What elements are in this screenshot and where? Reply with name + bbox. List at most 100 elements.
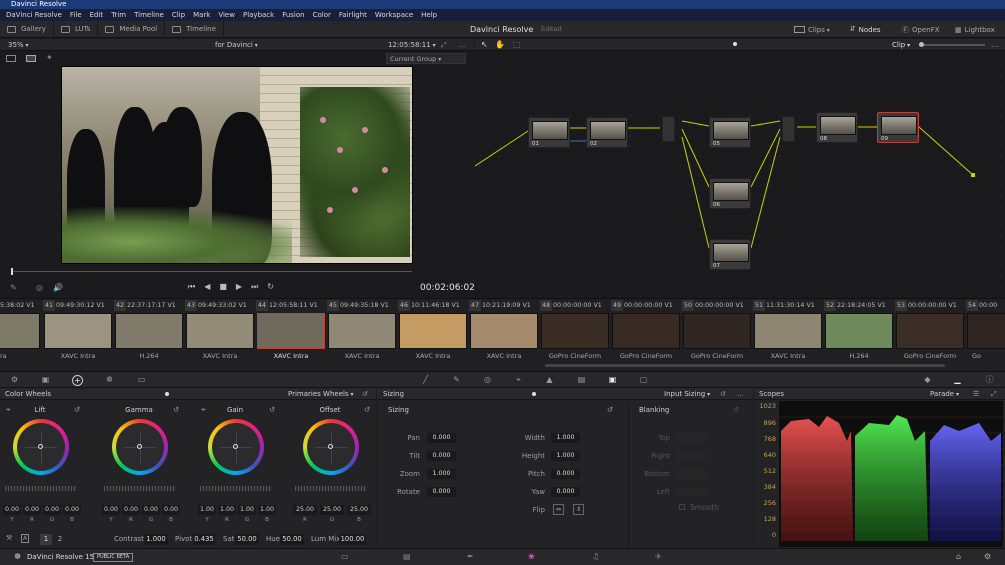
flip-horizontal-button[interactable]: ⇔ [553,504,564,515]
clip-thumbnail[interactable]: 47 10:21:19:09 V1 XAVC Intra [469,299,539,372]
node-02[interactable]: 02 [586,117,628,148]
node-07[interactable]: 07 [709,239,751,270]
scope-expand-icon[interactable]: ⤢ [991,388,997,400]
wheel-handle[interactable] [328,444,333,449]
height-field[interactable]: 1.000 [551,451,580,461]
node-09[interactable]: 09 [877,112,919,143]
master-jog-wheel[interactable] [200,486,272,491]
home-icon[interactable]: ⌂ [956,552,961,561]
keyframes-icon[interactable]: ◆ [922,375,933,385]
wheel-handle[interactable] [38,444,43,449]
value-g[interactable]: 1.00 [238,505,256,515]
master-jog-wheel[interactable] [295,486,367,491]
media-page-icon[interactable]: ▭ [341,552,349,561]
splitter-node[interactable] [662,116,675,142]
qualifier-icon[interactable]: ✎ [451,375,462,385]
value-r[interactable]: 25.00 [293,505,317,515]
reverse-icon[interactable]: ◀ [204,282,219,291]
fullscreen-icon[interactable]: ⤢ [441,39,447,51]
sizing-reset-icon[interactable]: ↺ [607,405,613,414]
wheels-mode-dropdown[interactable]: Primaries Wheels [288,388,354,401]
blank-left-field[interactable] [677,487,706,497]
yaw-field[interactable]: 0.000 [551,487,580,497]
reset-icon[interactable]: ↺ [269,405,275,414]
scopes-icon[interactable]: ▁ [952,375,963,385]
zoom-fit-icon[interactable]: ⬚ [513,40,521,49]
menu-file[interactable]: File [70,9,82,21]
fusion-page-icon[interactable]: ✒ [467,552,474,561]
lightbox-button[interactable]: ▦ Lightbox [955,21,995,38]
flip-vertical-button[interactable]: ⇕ [573,504,584,515]
value-b[interactable]: 25.00 [347,505,371,515]
play-icon[interactable]: ▶ [236,282,251,291]
rgb-mixer-icon[interactable]: ☸ [104,375,115,385]
audio-icon[interactable]: 🔊 [53,283,63,292]
grade-bypass-icon[interactable]: ◎ [36,283,43,292]
blank-top-field[interactable] [677,433,706,443]
value-r[interactable]: 0.00 [122,505,140,515]
node-01[interactable]: 01 [528,117,570,148]
zoom-field[interactable]: 1.000 [427,469,456,479]
clip-thumbnail[interactable]: 54 00:00 Go [966,299,1005,372]
3d-icon[interactable]: ▢ [638,375,649,385]
clip-thumbnail[interactable]: 41 09:49:30:12 V1 XAVC Intra [43,299,113,372]
hand-icon[interactable]: ✋ [495,40,505,49]
clip-thumbnail[interactable]: 52 22:18:24:05 V1 H.264 [824,299,894,372]
fairlight-page-icon[interactable]: ♫ [592,552,599,561]
clip-thumbnail[interactable]: 45 09:49:35:18 V1 XAVC Intra [327,299,397,372]
wheel-handle[interactable] [233,444,238,449]
crosshair-icon[interactable]: ⌖ [201,405,206,415]
clip-thumbnail-selected[interactable]: 44 12:05:58:11 V1 XAVC Intra [256,299,326,372]
value-y[interactable]: 0.00 [3,505,21,515]
menu-workspace[interactable]: Workspace [375,9,413,21]
clips-button[interactable]: Clips [794,21,830,38]
settings-gear-icon[interactable]: ⚙ [984,552,991,561]
clip-thumbnail[interactable]: 48 00:00:00:00 V1 GoPro CineForm [540,299,610,372]
first-frame-icon[interactable]: ⏮ [188,282,204,291]
sizing-more-icon[interactable]: … [737,388,744,400]
reset-icon[interactable]: ↺ [720,388,726,400]
clip-thumbnail[interactable]: 43 09:49:33:02 V1 XAVC Intra [185,299,255,372]
smooth-checkbox[interactable] [679,504,685,510]
camera-raw-icon[interactable]: ⚙ [9,375,20,385]
deliver-page-icon[interactable]: ✈ [655,552,662,561]
picker-icon[interactable]: ⚒ [6,534,12,542]
master-jog-wheel[interactable] [5,486,77,491]
menu-mark[interactable]: Mark [193,9,210,21]
scope-settings-icon[interactable]: ☰ [973,388,979,400]
value-g[interactable]: 0.00 [43,505,61,515]
master-jog-wheel[interactable] [104,486,176,491]
rotate-field[interactable]: 0.000 [427,487,456,497]
clip-thumbnail[interactable]: 49 00:00:00:00 V1 GoPro CineForm [611,299,681,372]
pan-field[interactable]: 0.000 [427,433,456,443]
auto-balance-icon[interactable]: A [21,534,30,543]
menu-help[interactable]: Help [421,9,437,21]
value-y[interactable]: 0.00 [102,505,120,515]
value-g[interactable]: 0.00 [142,505,160,515]
blanking-reset-icon[interactable]: ↺ [733,405,739,414]
blank-right-field[interactable] [677,451,706,461]
node-08[interactable]: 08 [816,112,858,143]
clip-thumbnail[interactable]: 5:38:02 V1 ra [0,299,41,372]
value-r[interactable]: 0.00 [23,505,41,515]
output-node[interactable] [971,173,975,177]
pointer-icon[interactable]: ↖ [481,40,488,49]
menu-trim[interactable]: Trim [111,9,126,21]
clip-thumbnail[interactable]: 42 22:37:17:17 V1 H.264 [114,299,184,372]
sizing-icon[interactable]: ▣ [607,375,618,385]
media-pool-button[interactable]: Media Pool [98,20,166,38]
window-icon[interactable]: ◎ [482,375,493,385]
gallery-view-icon[interactable] [26,55,36,62]
playhead[interactable] [11,268,13,275]
page-1-button[interactable]: 1 [40,534,52,545]
sizing-mode-dropdown[interactable]: Input Sizing [664,388,710,401]
menu-davinci[interactable]: DaVinci Resolve [6,9,62,21]
combiner-node[interactable] [782,116,795,142]
node-05[interactable]: 05 [709,117,751,148]
viewer-more-icon[interactable]: … [459,39,466,51]
page-2-button[interactable]: 2 [54,534,66,545]
clip-thumbnail[interactable]: 50 00:00:00:00 V1 GoPro CineForm [682,299,752,372]
scope-mode-dropdown[interactable]: Parade [930,388,959,401]
node-zoom-handle[interactable] [919,42,924,47]
crosshair-icon[interactable]: ⌖ [6,405,11,415]
